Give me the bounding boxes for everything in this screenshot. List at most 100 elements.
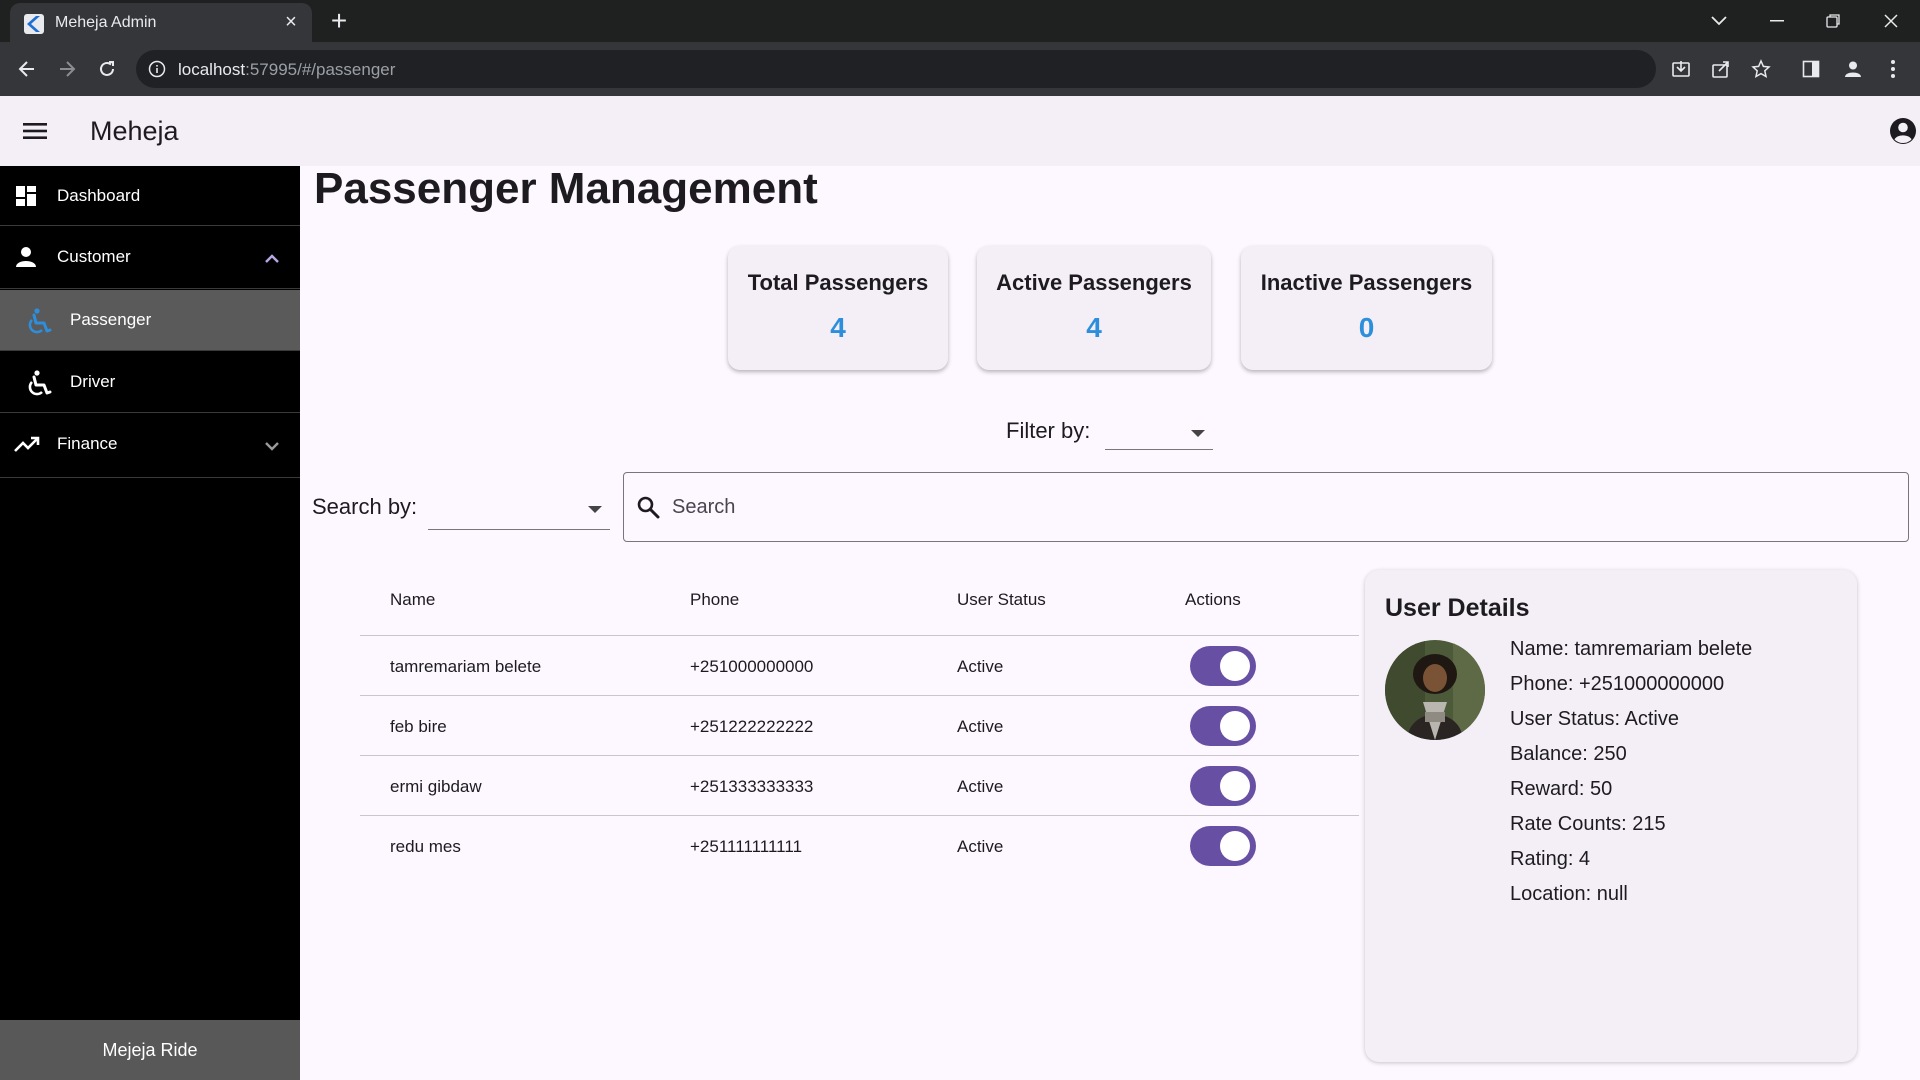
toggle-knob [1220,651,1250,681]
account-circle-icon[interactable] [1888,116,1918,146]
column-header-name[interactable]: Name [390,590,435,610]
cell-phone: +251111111111 [690,837,803,856]
site-info-icon[interactable] [148,60,166,83]
new-tab-icon[interactable]: + [325,7,353,35]
tab-close-icon[interactable]: × [280,11,302,33]
search-input[interactable] [672,491,1872,523]
stat-value: 0 [1358,312,1375,343]
passenger-table: Name Phone User Status Actions tamremari… [360,564,1359,876]
sidebar-item-driver[interactable]: Driver [0,352,300,413]
stat-value: 4 [830,312,846,343]
sidebar-item-label: Passenger [70,310,152,329]
person-icon [14,245,40,271]
avatar [1385,640,1485,740]
back-icon[interactable] [12,54,42,84]
more-menu-icon[interactable] [1878,54,1908,84]
detail-location: Location: null [1510,883,1628,905]
page-title: Passenger Management [314,164,818,213]
user-details-panel: User Details Name: tamremariam belete Ph… [1365,570,1857,1062]
sidebar-item-label: Finance [57,434,118,453]
filter-label: Filter by: [1006,418,1091,443]
sidebar-footer: Mejeja Ride [0,1020,300,1080]
dashboard-icon [14,184,40,210]
tab-title: Meheja Admin [55,14,157,31]
dropdown-arrow-icon [588,506,602,513]
cell-name: ermi gibdaw [390,777,482,796]
url-host: localhost [178,60,246,79]
sidebar-item-label: Driver [70,372,116,391]
main-content: Passenger Management Total Passengers 4 … [300,164,1920,1080]
cell-status: Active [957,717,1004,736]
stat-label: Active Passengers [996,270,1192,295]
url-path: :57995/#/passenger [245,60,396,79]
browser-tab[interactable]: Meheja Admin × [10,3,312,42]
search-by-label: Search by: [312,494,418,519]
detail-phone: Phone: +251000000000 [1510,673,1725,695]
app-bar: Meheja [0,96,1920,166]
cell-name: redu mes [390,837,461,856]
stat-label: Total Passengers [747,270,929,295]
search-icon [636,495,662,521]
stat-label: Inactive Passengers [1260,270,1473,295]
stat-card-active: Active Passengers 4 [977,246,1211,370]
restore-icon[interactable] [1818,6,1848,36]
bookmark-star-icon[interactable] [1746,54,1776,84]
sidebar-item-passenger[interactable]: Passenger [0,290,300,351]
accessible-icon [28,370,54,396]
flutter-favicon-icon [24,14,44,34]
dropdown-arrow-icon [1191,430,1205,437]
detail-reward: Reward: 50 [1510,778,1613,800]
chevron-down-icon[interactable] [260,434,284,458]
browser-toolbar: localhost:57995/#/passenger [0,42,1920,96]
address-bar[interactable]: localhost:57995/#/passenger [136,50,1656,88]
app-window: Meheja Dashboard Customer Passenger Driv… [0,96,1920,1080]
detail-name: Name: tamremariam belete [1510,638,1753,660]
cell-status: Active [957,657,1004,676]
tab-search-icon[interactable] [1704,6,1734,36]
toggle-knob [1220,831,1250,861]
stat-card-total: Total Passengers 4 [728,246,948,370]
cell-phone: +251000000000 [690,657,814,676]
side-panel-icon[interactable] [1796,54,1826,84]
browser-tab-strip: Meheja Admin × + [0,0,1920,42]
status-toggle[interactable] [1190,826,1256,866]
minimize-icon[interactable] [1762,6,1792,36]
filter-dropdown[interactable] [1105,414,1213,450]
cell-status: Active [957,777,1004,796]
search-by-dropdown[interactable] [428,486,610,530]
column-header-actions: Actions [1185,590,1241,609]
column-header-status[interactable]: User Status [957,590,1046,610]
status-toggle[interactable] [1190,706,1256,746]
sidebar-item-dashboard[interactable]: Dashboard [0,166,300,226]
forward-icon[interactable] [52,54,82,84]
chevron-up-icon[interactable] [260,247,284,271]
sidebar-item-label: Customer [57,247,131,266]
table-row[interactable]: redu mes +251111111111 Active [360,816,1359,876]
close-window-icon[interactable] [1876,6,1906,36]
table-header: Name Phone User Status Actions [360,564,1359,636]
detail-rate-counts: Rate Counts: 215 [1510,813,1666,835]
stat-card-inactive: Inactive Passengers 0 [1241,246,1492,370]
status-toggle[interactable] [1190,646,1256,686]
install-app-icon[interactable] [1666,54,1696,84]
cell-phone: +251333333333 [690,777,814,796]
search-field[interactable] [623,472,1909,542]
hamburger-menu-icon[interactable] [20,116,50,146]
reload-icon[interactable] [92,54,122,84]
table-row[interactable]: feb bire +251222222222 Active [360,696,1359,756]
cell-name: feb bire [390,717,447,736]
sidebar-item-customer[interactable]: Customer [0,227,300,289]
profile-icon[interactable] [1838,54,1868,84]
status-toggle[interactable] [1190,766,1256,806]
cell-name: tamremariam belete [390,657,542,676]
trending-up-icon [14,432,40,458]
url-text: localhost:57995/#/passenger [178,60,395,80]
sidebar: Dashboard Customer Passenger Driver Fina… [0,166,300,1080]
column-header-phone[interactable]: Phone [690,590,739,610]
app-title: Meheja [90,116,179,146]
table-row[interactable]: ermi gibdaw +251333333333 Active [360,756,1359,816]
share-icon[interactable] [1706,54,1736,84]
sidebar-item-finance[interactable]: Finance [0,414,300,478]
table-row[interactable]: tamremariam belete +251000000000 Active [360,636,1359,696]
stat-value: 4 [1086,312,1102,343]
